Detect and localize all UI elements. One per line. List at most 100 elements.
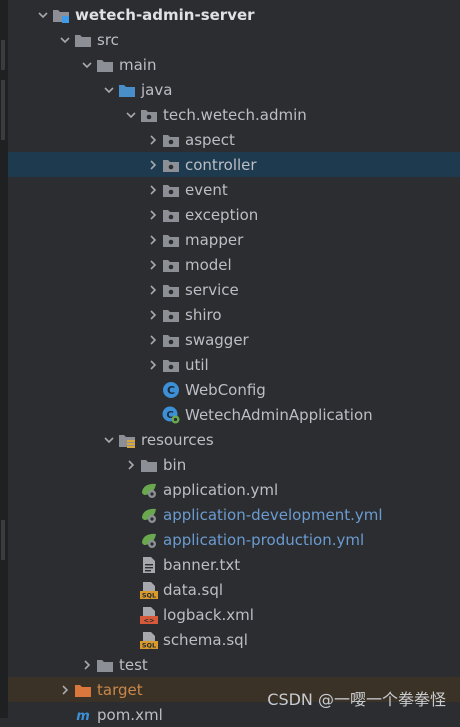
chevron-down-icon[interactable] xyxy=(34,2,52,27)
tree-item-banner-txt[interactable]: banner.txt xyxy=(8,552,460,577)
spring-yml-icon xyxy=(140,506,158,524)
tree-item-label: mapper xyxy=(185,230,244,249)
chevron-down-icon[interactable] xyxy=(56,27,74,52)
package-icon xyxy=(162,306,180,324)
chevron-right-icon[interactable] xyxy=(122,452,140,477)
tree-item-label: WetechAdminApplication xyxy=(185,405,373,424)
tree-item-wetech-admin-server[interactable]: wetech-admin-server xyxy=(8,2,460,27)
tree-item-schema-sql[interactable]: SQL schema.sql xyxy=(8,627,460,652)
tree-item-swagger[interactable]: swagger xyxy=(8,327,460,352)
tree-item-label: target xyxy=(97,680,143,699)
svg-text:<>: <> xyxy=(144,616,155,624)
tree-item-label: logback.xml xyxy=(163,605,254,624)
tree-item-label: event xyxy=(185,180,228,199)
tree-item-test[interactable]: test xyxy=(8,652,460,677)
tree-item-label: application-development.yml xyxy=(163,505,383,524)
tree-item-model[interactable]: model xyxy=(8,252,460,277)
tree-item-label: pom.xml xyxy=(97,705,163,724)
chevron-down-icon[interactable] xyxy=(100,427,118,452)
tree-item-wetechadminapplication[interactable]: C WetechAdminApplication xyxy=(8,402,460,427)
tree-item-application-production-yml[interactable]: application-production.yml xyxy=(8,527,460,552)
tree-item-java[interactable]: java xyxy=(8,77,460,102)
tree-item-label: java xyxy=(141,80,173,99)
chevron-right-icon[interactable] xyxy=(144,202,162,227)
tree-item-bin[interactable]: bin xyxy=(8,452,460,477)
sql-file-icon: SQL xyxy=(140,581,158,599)
chevron-right-icon[interactable] xyxy=(56,677,74,702)
package-icon xyxy=(162,356,180,374)
tree-item-label: service xyxy=(185,280,239,299)
tree-item-label: application-production.yml xyxy=(163,530,365,549)
tree-item-resources[interactable]: resources xyxy=(8,427,460,452)
tree-item-label: main xyxy=(119,55,157,74)
spring-yml-icon xyxy=(140,531,158,549)
package-icon xyxy=(140,106,158,124)
chevron-right-icon[interactable] xyxy=(144,352,162,377)
spring-yml-icon xyxy=(140,481,158,499)
chevron-down-icon[interactable] xyxy=(100,77,118,102)
arrow-placeholder xyxy=(122,627,140,652)
arrow-placeholder xyxy=(122,577,140,602)
chevron-down-icon[interactable] xyxy=(122,102,140,127)
tree-item-label: controller xyxy=(185,155,257,174)
left-tool-strip xyxy=(0,0,8,718)
resources-folder-icon xyxy=(118,431,136,449)
tool-strip-marker xyxy=(1,80,5,140)
arrow-placeholder xyxy=(122,527,140,552)
tree-item-data-sql[interactable]: SQL data.sql xyxy=(8,577,460,602)
chevron-right-icon[interactable] xyxy=(144,227,162,252)
tree-item-mapper[interactable]: mapper xyxy=(8,227,460,252)
chevron-right-icon[interactable] xyxy=(144,252,162,277)
package-icon xyxy=(162,281,180,299)
tool-strip-marker xyxy=(1,520,5,560)
tree-item-logback-xml[interactable]: <> logback.xml xyxy=(8,602,460,627)
arrow-placeholder xyxy=(122,502,140,527)
arrow-placeholder xyxy=(144,402,162,427)
tree-item-label: WebConfig xyxy=(185,380,266,399)
chevron-right-icon[interactable] xyxy=(144,127,162,152)
chevron-right-icon[interactable] xyxy=(144,177,162,202)
tree-item-controller[interactable]: controller xyxy=(8,152,460,177)
tree-item-aspect[interactable]: aspect xyxy=(8,127,460,152)
package-icon xyxy=(162,231,180,249)
chevron-right-icon[interactable] xyxy=(144,152,162,177)
tree-item-label: src xyxy=(97,30,119,49)
spring-boot-class-icon: C xyxy=(162,406,180,424)
chevron-right-icon[interactable] xyxy=(144,302,162,327)
arrow-placeholder xyxy=(144,377,162,402)
arrow-placeholder xyxy=(56,702,74,727)
tree-item-shiro[interactable]: shiro xyxy=(8,302,460,327)
tree-item-application-development-yml[interactable]: application-development.yml xyxy=(8,502,460,527)
chevron-right-icon[interactable] xyxy=(144,277,162,302)
tree-item-label: exception xyxy=(185,205,259,224)
module-folder-icon xyxy=(52,6,70,24)
tree-item-main[interactable]: main xyxy=(8,52,460,77)
chevron-right-icon[interactable] xyxy=(144,327,162,352)
tree-item-service[interactable]: service xyxy=(8,277,460,302)
project-tree[interactable]: wetech-admin-server src main java tech.wetec… xyxy=(8,2,460,727)
tree-item-application-yml[interactable]: application.yml xyxy=(8,477,460,502)
svg-text:m: m xyxy=(76,709,90,724)
tree-item-util[interactable]: util xyxy=(8,352,460,377)
svg-text:SQL: SQL xyxy=(142,591,156,599)
tree-item-event[interactable]: event xyxy=(8,177,460,202)
tree-item-label: swagger xyxy=(185,330,249,349)
arrow-placeholder xyxy=(122,552,140,577)
package-icon xyxy=(162,331,180,349)
chevron-right-icon[interactable] xyxy=(78,652,96,677)
tree-item-label: shiro xyxy=(185,305,222,324)
folder-icon xyxy=(96,56,114,74)
tree-item-exception[interactable]: exception xyxy=(8,202,460,227)
tree-item-src[interactable]: src xyxy=(8,27,460,52)
tree-item-tech-wetech-admin[interactable]: tech.wetech.admin xyxy=(8,102,460,127)
tree-item-label: model xyxy=(185,255,232,274)
tool-strip-marker xyxy=(1,40,5,70)
svg-text:SQL: SQL xyxy=(142,641,156,649)
chevron-down-icon[interactable] xyxy=(78,52,96,77)
package-icon xyxy=(162,131,180,149)
svg-text:C: C xyxy=(167,384,175,397)
xml-file-icon: <> xyxy=(140,606,158,624)
tree-item-webconfig[interactable]: C WebConfig xyxy=(8,377,460,402)
folder-icon xyxy=(140,456,158,474)
package-icon xyxy=(162,181,180,199)
